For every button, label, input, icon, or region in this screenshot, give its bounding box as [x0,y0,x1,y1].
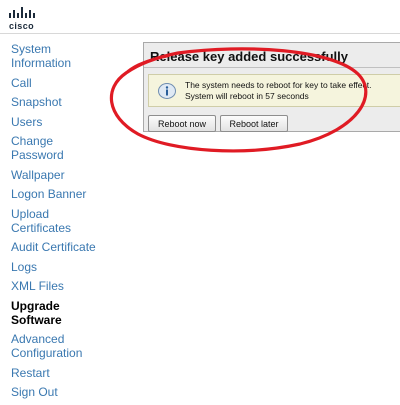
sidebar-item-sign-out[interactable]: Sign Out [11,385,129,399]
panel-title: Release key added successfully [150,49,349,64]
info-message-line-1: The system needs to reboot for key to ta… [185,80,372,90]
logo-text: cisco [9,21,35,31]
release-key-panel: Release key added successfully The syste… [143,42,400,132]
sidebar-item-audit-certificate[interactable]: Audit Certificate [11,240,129,254]
sidebar-item-logs[interactable]: Logs [11,260,129,274]
sidebar-item-label: Logs [11,259,38,274]
sidebar-item-system-information[interactable]: System Information [11,42,129,70]
sidebar-item-upgrade-software[interactable]: Upgrade Software [11,299,129,327]
sidebar-item-label: Information [11,56,72,70]
sidebar-item-label: Users [11,114,43,129]
sidebar-item-label: Audit Certificate [11,240,96,254]
sidebar-item-label: Snapshot [11,95,62,109]
sidebar-item-label: Password [11,148,64,162]
sidebar-item-upload-certificates[interactable]: Upload Certificates [11,207,129,235]
sidebar-item-restart[interactable]: Restart [11,366,129,380]
sidebar-item-label: System [11,42,52,56]
sidebar-item-label: Upgrade [11,298,60,313]
sidebar-item-label: Advanced [11,332,65,346]
sidebar-item-call[interactable]: Call [11,76,129,90]
sidebar-item-users[interactable]: Users [11,115,129,129]
sidebar-item-label: Certificates [11,220,72,235]
panel-title-divider [144,67,400,68]
info-icon [158,83,176,99]
sidebar-item-label: Wallpaper [11,167,65,182]
reboot-later-button[interactable]: Reboot later [220,115,288,132]
sidebar-item-label: XML Files [11,279,64,293]
info-message-box: The system needs to reboot for key to ta… [148,74,400,107]
sidebar-item-advanced-configuration[interactable]: Advanced Configuration [11,332,129,360]
sidebar-item-wallpaper[interactable]: Wallpaper [11,168,129,182]
sidebar-item-label: Restart [11,365,50,380]
sidebar-item-label: Change [11,134,54,148]
sidebar-item-label: Logon Banner [11,187,87,201]
reboot-countdown-text: System will reboot in 57 seconds [185,91,309,101]
sidebar-item-logon-banner[interactable]: Logon Banner [11,187,129,201]
header-divider [0,33,400,34]
sidebar-item-label: Sign Out [11,385,58,399]
reboot-now-button[interactable]: Reboot now [148,115,216,132]
sidebar-item-label: Configuration [11,346,83,360]
sidebar-item-change-password[interactable]: Change Password [11,134,129,162]
sidebar-item-label: Call [11,75,32,90]
sidebar-item-label: Software [11,312,62,327]
sidebar-nav: System Information Call Snapshot Users Change… [11,42,129,405]
sidebar-item-xml-files[interactable]: XML Files [11,279,129,293]
sidebar-item-snapshot[interactable]: Snapshot [11,95,129,109]
sidebar-item-label: Upload [11,206,50,221]
